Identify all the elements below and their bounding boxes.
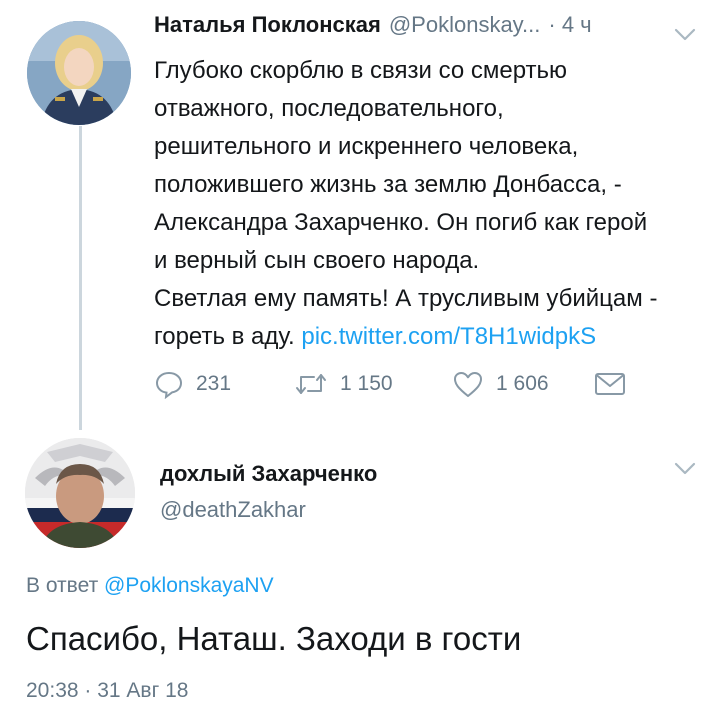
direct-message-button[interactable] (594, 364, 626, 404)
reply-icon (155, 371, 183, 399)
author-name[interactable]: дохлый Захарченко (160, 461, 377, 487)
tweet-text-line-last: гореть в аду. pic.twitter.com/T8H1widpkS (154, 318, 702, 356)
media-link[interactable]: pic.twitter.com/T8H1widpkS (301, 323, 596, 350)
tweet-text-line: Александра Захарченко. Он погиб как геро… (154, 209, 648, 236)
tweet-actions: 231 1 150 1 606 (154, 364, 654, 404)
heart-icon (454, 372, 482, 397)
author-name[interactable]: Наталья Поклонская (154, 12, 381, 38)
tweet-text: Глубоко скорблю в связи со смертью отваж… (154, 52, 702, 356)
tweet-text-line: и верный сын своего народа. (154, 247, 480, 274)
chevron-down-icon[interactable] (674, 462, 696, 476)
chevron-down-icon[interactable] (674, 28, 696, 42)
reply-mention-link[interactable]: @PoklonskayaNV (104, 574, 274, 597)
tweet-text-line: Глубоко скорблю в связи со смертью (154, 57, 568, 84)
reply-button[interactable]: 231 (154, 364, 231, 404)
avatar[interactable] (27, 21, 131, 125)
like-button[interactable]: 1 606 (452, 364, 549, 404)
tweet-header: Наталья Поклонская @Poklonskay... · 4 ч (154, 12, 714, 54)
reply-prefix: В ответ (26, 574, 99, 597)
envelope-icon (595, 373, 625, 395)
retweet-button[interactable]: 1 150 (294, 364, 393, 404)
like-count: 1 606 (496, 372, 549, 395)
tweet-text-line: Светлая ему память! А трусливым убийцам … (154, 285, 658, 312)
tweet-original[interactable]: Наталья Поклонская @Poklonskay... · 4 ч … (154, 12, 714, 399)
avatar-photo (25, 438, 135, 548)
author-handle[interactable]: @deathZakhar (160, 497, 306, 523)
tweet-text-line: отважного, последовательного, (154, 95, 504, 122)
tweet-timestamp[interactable]: 20:38 · 31 Авг 18 (26, 679, 188, 703)
tweet-text-line: решительного и искреннего человека, (154, 133, 579, 160)
avatar-photo (27, 21, 131, 125)
retweet-count: 1 150 (340, 372, 393, 395)
tweet-time[interactable]: · 4 ч (548, 12, 591, 38)
retweet-icon (296, 374, 326, 394)
tweet-text-fragment: гореть в аду. (154, 323, 295, 350)
tweet-text: Спасибо, Наташ. Заходи в гости (26, 620, 522, 657)
author-handle[interactable]: @Poklonskay... (389, 12, 541, 38)
thread-connector-line (79, 126, 82, 430)
tweet-text-line: положившего жизнь за землю Донбасса, - (154, 171, 622, 198)
avatar[interactable] (25, 438, 135, 548)
reply-context: В ответ @PoklonskayaNV (26, 574, 274, 598)
reply-count: 231 (196, 372, 232, 395)
